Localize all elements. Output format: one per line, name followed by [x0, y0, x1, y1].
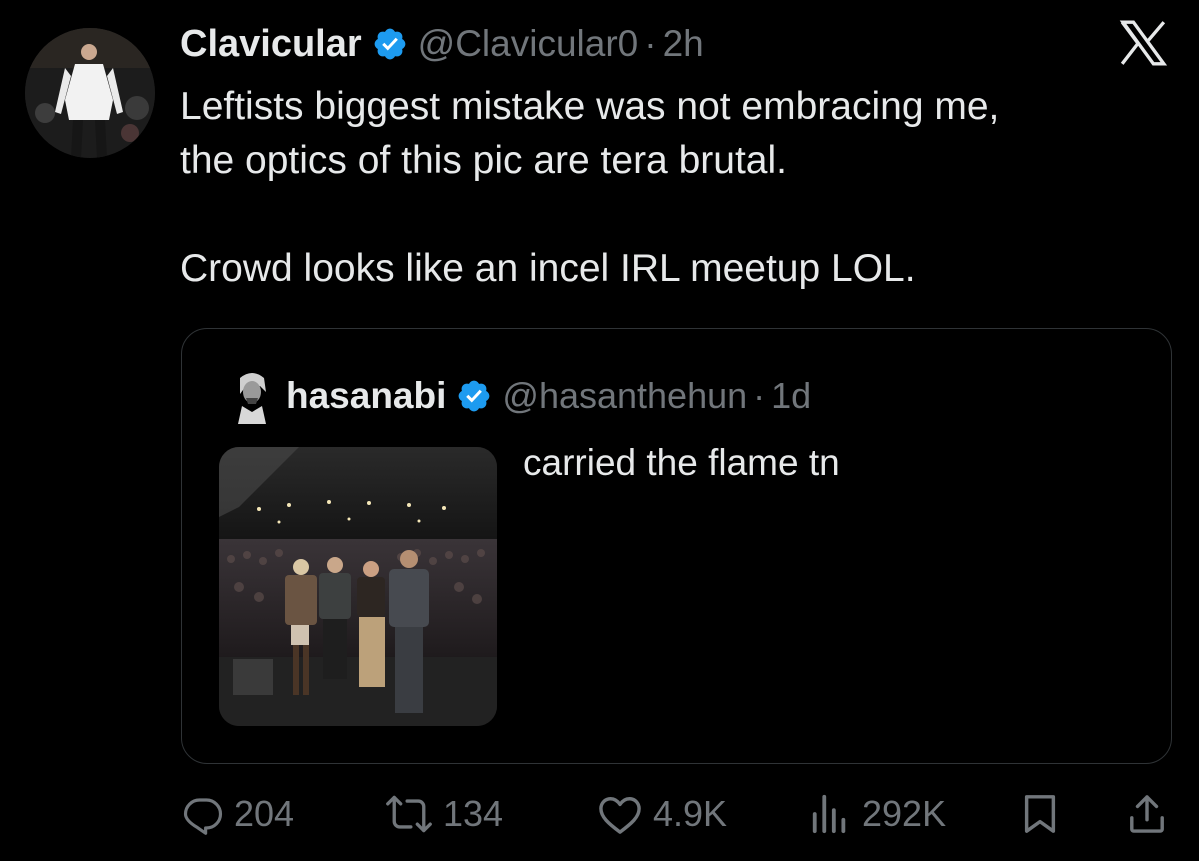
reply-icon [183, 798, 223, 835]
reply-button[interactable]: 204 [182, 788, 294, 840]
tweet-timestamp[interactable]: 2h [663, 23, 704, 65]
repost-icon [386, 795, 432, 833]
tweet-header: Clavicular @Clavicular0 · 2h [180, 18, 704, 70]
repost-count: 134 [443, 793, 504, 834]
quote-header-separator: · [753, 375, 766, 416]
quote-author-handle[interactable]: @hasanthehun [502, 375, 747, 417]
tweet-text-line-1: Leftists biggest mistake was not embraci… [180, 85, 1000, 128]
like-count: 4.9K [653, 793, 728, 834]
like-button[interactable]: 4.9K [597, 788, 727, 840]
author-name[interactable]: Clavicular [180, 23, 362, 66]
quote-text: carried the flame tn [523, 442, 840, 483]
action-bar: 204 134 4.9K 292K [0, 788, 1199, 840]
author-handle[interactable]: @Clavicular0 [418, 23, 639, 65]
tweet-text-line-2: the optics of this pic are tera brutal. [180, 139, 787, 182]
avatar-image [25, 28, 155, 158]
verified-badge-icon [374, 28, 406, 60]
quote-timestamp[interactable]: 1d [771, 375, 811, 417]
x-logo-icon[interactable] [1118, 20, 1168, 66]
share-icon [1130, 795, 1164, 833]
like-icon [599, 797, 641, 834]
quote-photo[interactable] [219, 447, 497, 726]
quote-header: hasanabi @hasanthehun · 1d [286, 370, 811, 422]
views-icon [812, 794, 846, 834]
bookmark-icon [1024, 795, 1056, 833]
reply-count: 204 [234, 793, 295, 834]
views-count: 292K [862, 793, 947, 834]
bookmark-button[interactable] [1022, 788, 1058, 840]
quote-verified-badge-icon [459, 380, 490, 412]
tweet-text: Leftists biggest mistake was not embraci… [180, 80, 1160, 296]
header-separator: · [644, 23, 657, 64]
tweet-text-blank-line [180, 188, 1160, 242]
stage-crowd-photo-image [219, 447, 497, 726]
repost-button[interactable]: 134 [385, 788, 503, 840]
tweet-text-line-4: Crowd looks like an incel IRL meetup LOL… [180, 247, 916, 290]
quote-author-name[interactable]: hasanabi [286, 375, 446, 417]
quote-author-avatar[interactable] [232, 368, 272, 424]
views-button[interactable]: 292K [808, 788, 946, 840]
share-button[interactable] [1128, 788, 1166, 840]
author-avatar[interactable] [25, 28, 155, 158]
